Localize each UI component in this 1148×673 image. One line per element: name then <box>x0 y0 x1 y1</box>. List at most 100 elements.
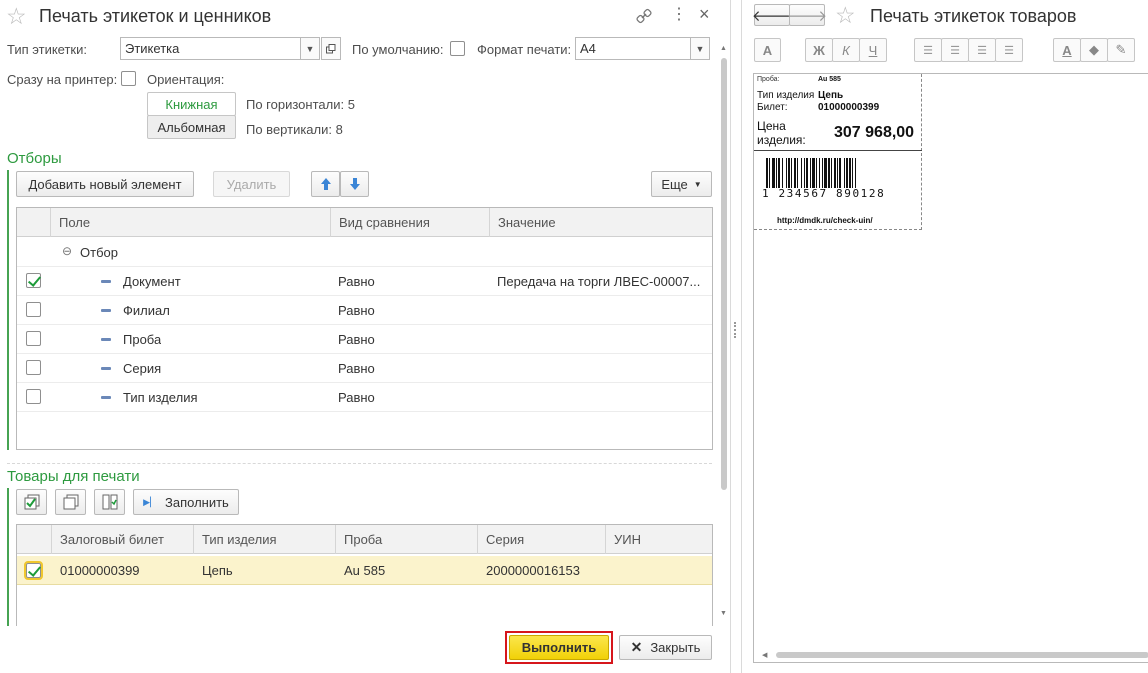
invert-check-button[interactable] <box>94 489 125 515</box>
barcode-bar <box>837 158 838 188</box>
window-title: Печать этикеток и ценников <box>39 6 272 26</box>
to-printer-checkbox[interactable] <box>121 71 136 86</box>
goods-col-type[interactable]: Тип изделия <box>193 525 335 554</box>
fill-color-icon: ◆ <box>1089 42 1099 57</box>
star-favorite-icon[interactable]: ☆ <box>835 2 856 29</box>
goods-grid-header: Залоговый билет Тип изделия Проба Серия … <box>17 525 712 554</box>
filter-comparison-cell: Равно <box>338 390 375 405</box>
field-marker-icon <box>101 367 111 370</box>
filter-row-checkbox[interactable] <box>26 389 41 404</box>
move-down-button[interactable] <box>340 171 369 197</box>
goods-col-probe[interactable]: Проба <box>335 525 477 554</box>
close-button[interactable]: ✕ Закрыть <box>619 635 712 660</box>
to-printer-caption: Сразу на принтер: <box>7 72 118 87</box>
filter-row[interactable]: Проба Равно <box>17 325 712 354</box>
type-caption: Тип изделия <box>757 90 815 101</box>
barcode-bar <box>778 158 780 188</box>
barcode-bar <box>794 158 796 188</box>
align-right-button[interactable]: ☰ <box>968 38 996 62</box>
filter-field-cell: Проба <box>123 332 162 347</box>
barcode-bar <box>849 158 851 188</box>
check-all-button[interactable] <box>16 489 47 515</box>
filters-col-value[interactable]: Значение <box>489 208 712 237</box>
right-window: 🡐 🡒 ☆ Печать этикеток товаров A Ж К Ч ☰ … <box>743 0 1148 673</box>
filter-field-cell: Тип изделия <box>123 390 198 405</box>
italic-button[interactable]: К <box>832 38 860 62</box>
default-checkbox[interactable] <box>450 41 465 56</box>
goods-col-series[interactable]: Серия <box>477 525 605 554</box>
more-button[interactable]: Еще ▼ <box>651 171 712 197</box>
link-icon[interactable] <box>636 8 652 24</box>
left-window: ☆ Печать этикеток и ценников ⋮ × Тип эти… <box>0 0 730 673</box>
align-justify-icon: ☰ <box>1004 44 1014 57</box>
label-type-open[interactable] <box>321 37 341 60</box>
label-type-dropdown[interactable]: ▼ <box>300 37 320 60</box>
scroll-down-arrow[interactable]: ▼ <box>720 610 727 617</box>
goods-row[interactable]: 01000000399 Цепь Au 585 2000000016153 <box>17 556 712 585</box>
price-value: 307 968,00 <box>834 124 915 141</box>
uncheck-all-button[interactable] <box>55 489 86 515</box>
print-format-field[interactable]: А4 <box>575 37 691 60</box>
align-center-icon: ☰ <box>950 44 960 57</box>
filter-row[interactable]: Документ Равно Передача на торги ЛВЕС-0000… <box>17 267 712 296</box>
add-filter-button[interactable]: Добавить новый элемент <box>16 171 194 197</box>
goods-probe-cell: Au 585 <box>344 563 386 578</box>
filter-row-checkbox[interactable] <box>26 302 41 317</box>
filter-row[interactable]: Тип изделия Равно <box>17 383 712 412</box>
goods-col-ticket[interactable]: Залоговый билет <box>51 525 193 554</box>
goods-col-uin[interactable]: УИН <box>605 525 712 554</box>
h-scroll-left-arrow[interactable]: ◀ <box>762 651 767 659</box>
filter-row-checkbox[interactable] <box>26 273 41 288</box>
filters-col-field[interactable]: Поле <box>50 208 330 237</box>
bold-button[interactable]: Ж <box>805 38 833 62</box>
filter-row-checkbox[interactable] <box>26 331 41 346</box>
print-format-dropdown[interactable]: ▼ <box>690 37 710 60</box>
filter-field-cell: Филиал <box>123 303 170 318</box>
orientation-landscape-button[interactable]: Альбомная <box>147 115 236 139</box>
font-color-button[interactable]: A <box>1053 38 1081 62</box>
forward-button[interactable]: 🡒 <box>787 4 827 26</box>
execute-button[interactable]: Выполнить <box>509 635 609 660</box>
fill-color-button[interactable]: ◆ <box>1080 38 1108 62</box>
filter-row[interactable]: Серия Равно <box>17 354 712 383</box>
field-marker-icon <box>101 309 111 312</box>
bold-icon: Ж <box>813 42 825 58</box>
filters-col-comparison[interactable]: Вид сравнения <box>330 208 489 237</box>
underline-button[interactable]: Ч <box>859 38 887 62</box>
more-menu-icon[interactable]: ⋮ <box>671 5 687 25</box>
filter-group-row[interactable]: ⊖ Отбор <box>17 238 712 267</box>
move-up-button[interactable] <box>311 171 340 197</box>
goods-row-checkbox[interactable] <box>24 561 43 580</box>
align-justify-button[interactable]: ☰ <box>995 38 1023 62</box>
arrow-up-icon <box>320 178 331 190</box>
panel-splitter[interactable] <box>730 0 742 673</box>
collapse-icon[interactable]: ⊖ <box>62 244 72 258</box>
filters-section-bar <box>7 170 9 450</box>
close-icon[interactable]: × <box>699 4 710 25</box>
delete-filter-button[interactable]: Удалить <box>213 171 290 197</box>
label-type-field[interactable]: Этикетка <box>120 37 301 60</box>
scrollbar-thumb[interactable] <box>721 58 727 490</box>
filter-field-cell: Серия <box>123 361 162 376</box>
font-button[interactable]: A <box>754 38 781 62</box>
align-center-button[interactable]: ☰ <box>941 38 969 62</box>
document-area[interactable]: Проба: Au 585 Тип изделия Цепь Билет: 01… <box>753 73 1148 663</box>
open-window-icon <box>326 43 336 53</box>
orientation-portrait-button[interactable]: Книжная <box>147 92 236 116</box>
fill-button[interactable]: ▶▏ Заполнить <box>133 489 239 515</box>
scroll-up-arrow[interactable]: ▲ <box>720 45 727 52</box>
h-scrollbar-thumb[interactable] <box>776 652 1148 658</box>
ticket-value: 01000000399 <box>818 102 880 113</box>
ticket-caption: Билет: <box>757 102 788 113</box>
back-button[interactable]: 🡐 <box>752 4 792 26</box>
orientation-caption: Ориентация: <box>147 72 225 87</box>
barcode-bar <box>797 158 798 188</box>
barcode-bar <box>834 158 836 188</box>
filter-row[interactable]: Филиал Равно <box>17 296 712 325</box>
price-caption-1: Цена <box>757 119 786 133</box>
star-favorite-icon[interactable]: ☆ <box>6 3 27 30</box>
align-left-button[interactable]: ☰ <box>914 38 942 62</box>
border-color-button[interactable]: ✎ <box>1107 38 1135 62</box>
section-divider <box>7 463 712 464</box>
filter-row-checkbox[interactable] <box>26 360 41 375</box>
